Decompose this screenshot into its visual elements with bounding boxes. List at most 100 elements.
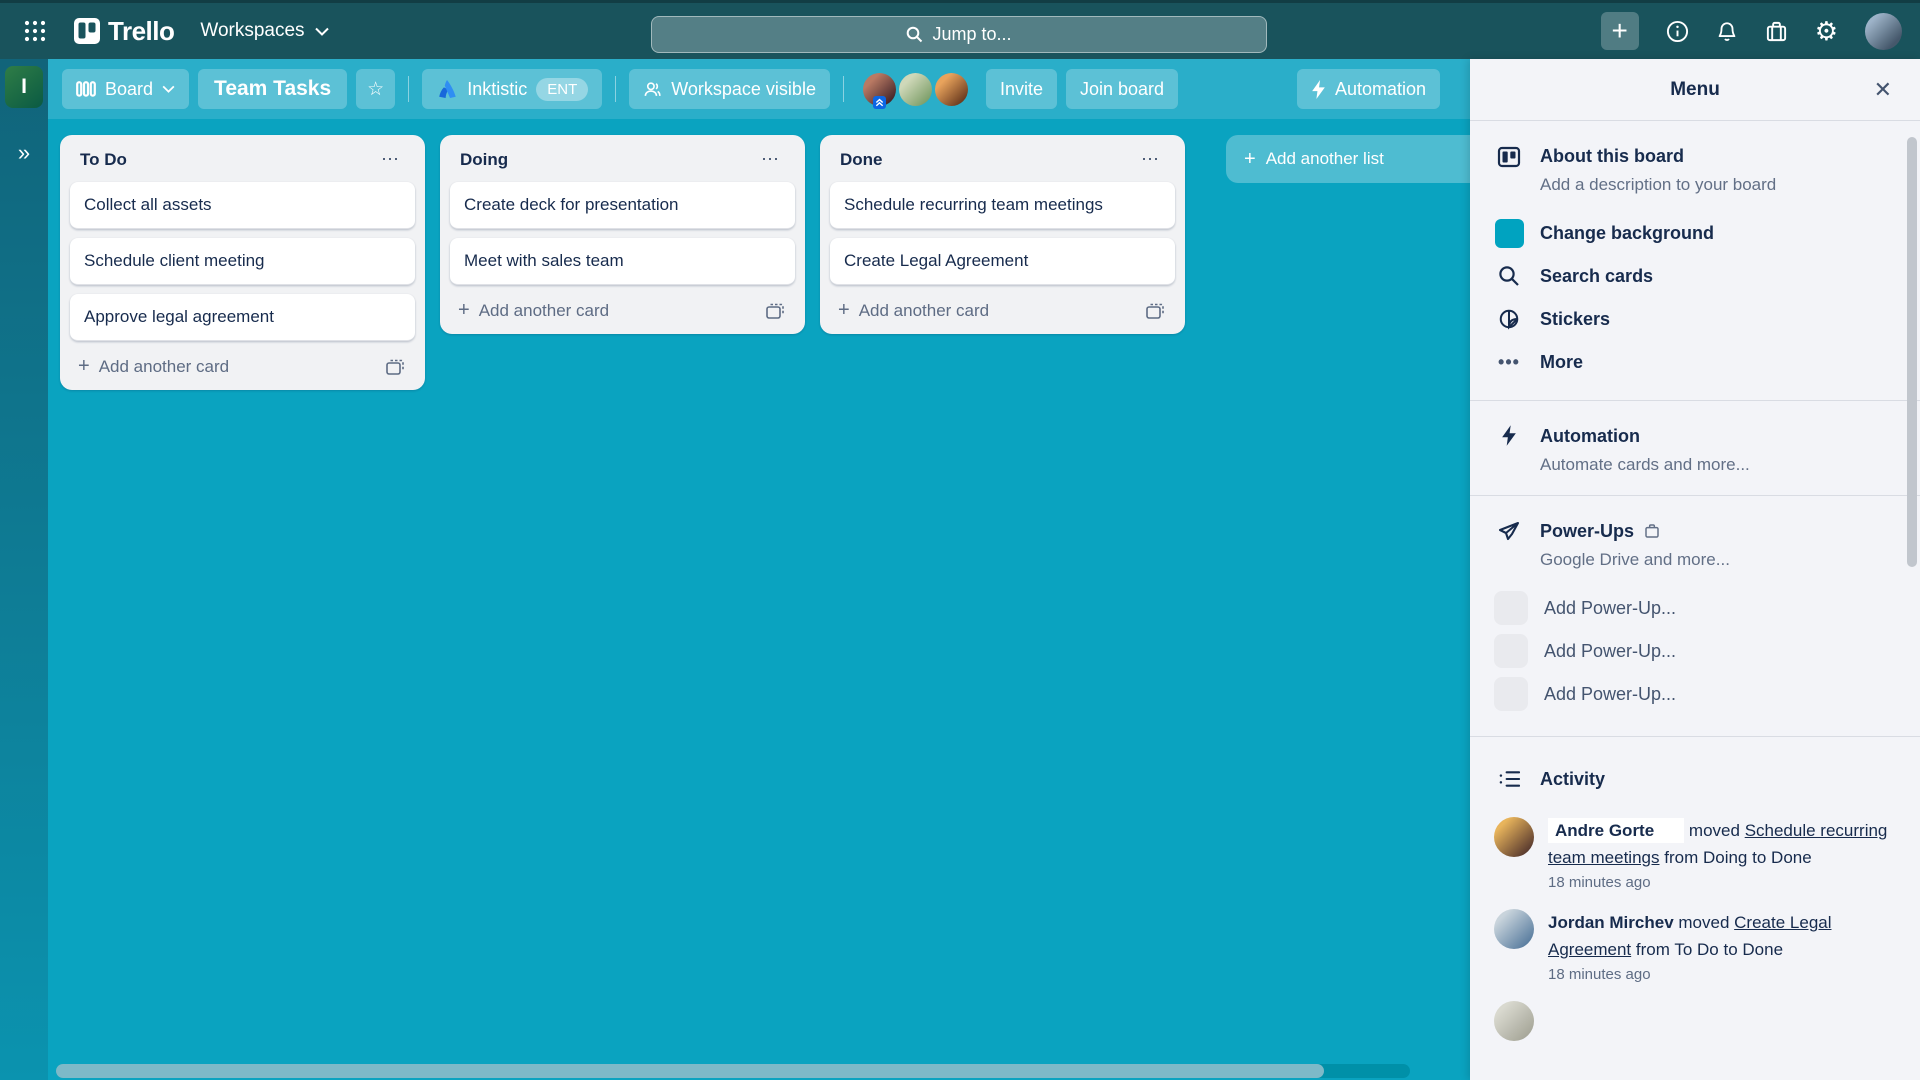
member-avatar[interactable] bbox=[898, 72, 932, 106]
organization-button[interactable]: Inktistic ENT bbox=[422, 69, 603, 109]
background-swatch-icon bbox=[1494, 218, 1524, 248]
add-list-label: Add another list bbox=[1265, 149, 1384, 168]
trello-logo[interactable]: Trello bbox=[74, 16, 175, 47]
member-avatar[interactable] bbox=[862, 72, 896, 109]
organization-name: Inktistic bbox=[467, 78, 528, 99]
activity-timestamp[interactable]: 18 minutes ago bbox=[1548, 966, 1896, 983]
card[interactable]: Approve legal agreement bbox=[70, 294, 415, 341]
briefcase-icon bbox=[1644, 523, 1660, 539]
menu-item-automation[interactable]: Automation Automate cards and more... bbox=[1494, 423, 1896, 477]
card-template-icon[interactable] bbox=[763, 300, 787, 322]
activity-list-icon bbox=[1494, 770, 1524, 788]
activity-action: moved bbox=[1678, 913, 1730, 932]
menu-scrollbar-track[interactable] bbox=[1907, 125, 1917, 1075]
close-icon[interactable]: ✕ bbox=[1868, 75, 1898, 105]
gear-glyph: ⚙ bbox=[1814, 16, 1838, 46]
menu-item-change-background[interactable]: Change background bbox=[1494, 213, 1896, 253]
workspace-tile[interactable]: I bbox=[5, 66, 43, 108]
activity-actor[interactable]: Andre Gorte bbox=[1548, 818, 1685, 843]
activity-avatar[interactable] bbox=[1494, 817, 1534, 857]
menu-scrollbar-thumb[interactable] bbox=[1907, 137, 1917, 567]
menu-divider bbox=[1470, 736, 1920, 737]
plus-icon: + bbox=[458, 299, 470, 321]
notifications-bell-icon[interactable] bbox=[1716, 20, 1738, 43]
top-nav: Trello Workspaces Jump to... + ⚙ bbox=[0, 0, 1920, 59]
visibility-button[interactable]: Workspace visible bbox=[629, 69, 830, 109]
card[interactable]: Collect all assets bbox=[70, 182, 415, 229]
board-title[interactable]: Team Tasks bbox=[198, 69, 348, 109]
activity-avatar[interactable] bbox=[1494, 1001, 1534, 1041]
collapsed-sidebar: I » bbox=[0, 59, 48, 1080]
workspace-initial: I bbox=[21, 75, 27, 98]
card[interactable]: Schedule client meeting bbox=[70, 238, 415, 285]
join-board-button[interactable]: Join board bbox=[1066, 69, 1179, 109]
workspace-member-icon bbox=[643, 80, 662, 99]
add-powerup-button[interactable]: Add Power-Up... bbox=[1494, 590, 1896, 626]
star-icon: ☆ bbox=[367, 78, 385, 100]
activity-from-word: from bbox=[1664, 848, 1699, 867]
list-done: Done ⋯ Schedule recurring team meetings … bbox=[820, 135, 1185, 334]
search-placeholder: Jump to... bbox=[932, 24, 1012, 44]
powerup-placeholder-icon bbox=[1494, 591, 1528, 625]
menu-divider bbox=[1470, 495, 1920, 496]
plus-icon: + bbox=[78, 355, 90, 377]
member-avatar[interactable] bbox=[934, 72, 968, 106]
menu-item-label: Change background bbox=[1540, 223, 1715, 243]
horizontal-scrollbar-thumb[interactable] bbox=[56, 1064, 1324, 1078]
list-menu-icon[interactable]: ⋯ bbox=[377, 149, 405, 170]
list-menu-icon[interactable]: ⋯ bbox=[1137, 149, 1165, 170]
card[interactable]: Meet with sales team bbox=[450, 238, 795, 285]
list-doing: Doing ⋯ Create deck for presentation Mee… bbox=[440, 135, 805, 334]
add-card-button[interactable]: + Add another card bbox=[78, 355, 229, 378]
card-template-icon[interactable] bbox=[1143, 300, 1167, 322]
automation-label: Automation bbox=[1334, 78, 1426, 99]
list-title: Done bbox=[840, 149, 883, 169]
add-card-button[interactable]: + Add another card bbox=[458, 299, 609, 322]
settings-gear-icon[interactable]: ⚙ bbox=[1815, 18, 1838, 44]
list-menu-icon[interactable]: ⋯ bbox=[757, 149, 785, 170]
menu-item-about-board[interactable]: About this board Add a description to yo… bbox=[1494, 143, 1896, 197]
search-input[interactable]: Jump to... bbox=[651, 16, 1267, 53]
card[interactable]: Schedule recurring team meetings bbox=[830, 182, 1175, 229]
invite-button[interactable]: Invite bbox=[985, 69, 1057, 109]
invite-label: Invite bbox=[999, 78, 1043, 99]
add-powerup-button[interactable]: Add Power-Up... bbox=[1494, 633, 1896, 669]
user-avatar[interactable] bbox=[1865, 12, 1902, 50]
board-view-icon bbox=[76, 81, 96, 97]
menu-item-activity[interactable]: Activity bbox=[1494, 759, 1896, 799]
card-template-icon[interactable] bbox=[383, 356, 407, 378]
activity-to-list: Done bbox=[1771, 848, 1812, 867]
menu-item-label: Activity bbox=[1540, 769, 1606, 789]
activity-avatar[interactable] bbox=[1494, 909, 1534, 949]
expand-sidebar-chevrons-icon[interactable]: » bbox=[0, 140, 48, 166]
activity-actor[interactable]: Jordan Mirchev bbox=[1548, 913, 1674, 932]
horizontal-scrollbar-track[interactable] bbox=[56, 1064, 1410, 1078]
briefcase-icon[interactable] bbox=[1765, 20, 1788, 43]
header-divider bbox=[842, 76, 844, 102]
info-icon[interactable] bbox=[1666, 20, 1689, 43]
board-view-switcher[interactable]: Board bbox=[62, 69, 190, 109]
menu-item-label: Search cards bbox=[1540, 266, 1654, 286]
menu-item-powerups[interactable]: Power-Ups Google Drive and more... bbox=[1494, 518, 1896, 572]
card[interactable]: Create Legal Agreement bbox=[830, 238, 1175, 285]
menu-item-label: Automation bbox=[1540, 426, 1640, 446]
menu-item-stickers[interactable]: Stickers bbox=[1494, 299, 1896, 339]
menu-item-sub: Google Drive and more... bbox=[1540, 550, 1730, 569]
lightning-bolt-icon bbox=[1311, 79, 1326, 99]
activity-timestamp[interactable]: 18 minutes ago bbox=[1548, 874, 1896, 891]
star-board-button[interactable]: ☆ bbox=[356, 69, 396, 109]
apps-grid-icon[interactable] bbox=[18, 14, 52, 48]
menu-item-more[interactable]: ••• More bbox=[1494, 342, 1896, 382]
menu-item-label: More bbox=[1540, 352, 1584, 372]
card[interactable]: Create deck for presentation bbox=[450, 182, 795, 229]
add-card-button[interactable]: + Add another card bbox=[838, 299, 989, 322]
add-powerup-button[interactable]: Add Power-Up... bbox=[1494, 676, 1896, 712]
menu-item-label: Stickers bbox=[1540, 309, 1611, 329]
powerup-placeholder-icon bbox=[1494, 677, 1528, 711]
automation-button[interactable]: Automation bbox=[1296, 69, 1440, 109]
sticker-icon bbox=[1494, 308, 1524, 330]
menu-item-search-cards[interactable]: Search cards bbox=[1494, 256, 1896, 296]
create-button[interactable]: + bbox=[1600, 12, 1639, 50]
workspaces-dropdown[interactable]: Workspaces bbox=[196, 14, 332, 48]
activity-entry-partial bbox=[1494, 1001, 1896, 1041]
